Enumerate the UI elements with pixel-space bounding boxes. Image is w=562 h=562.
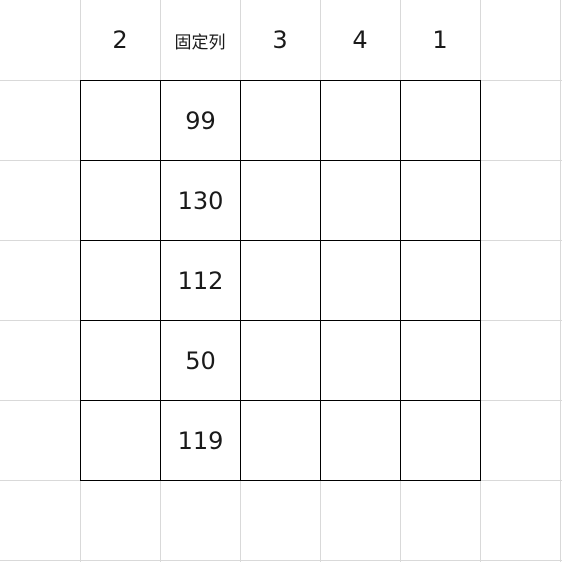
table-cell[interactable] <box>400 80 481 161</box>
table-cell[interactable] <box>320 320 401 401</box>
table-row: 130 <box>80 160 481 241</box>
table-row: 119 <box>80 400 481 481</box>
table-cell[interactable] <box>320 240 401 321</box>
table-cell[interactable] <box>240 160 321 241</box>
header-cell-3[interactable]: 3 <box>240 0 320 80</box>
table-cell[interactable] <box>400 160 481 241</box>
table-cell[interactable] <box>80 240 161 321</box>
gridline <box>560 0 561 562</box>
table-cell[interactable] <box>400 240 481 321</box>
table-row: 99 <box>80 80 481 161</box>
table-cell[interactable] <box>80 80 161 161</box>
table-cell[interactable] <box>240 80 321 161</box>
header-row: 2 固定列 3 4 1 <box>80 0 480 80</box>
header-cell-1[interactable]: 2 <box>80 0 160 80</box>
fixed-column-cell[interactable]: 99 <box>160 80 241 161</box>
table-row: 112 <box>80 240 481 321</box>
table-cell[interactable] <box>240 240 321 321</box>
table-cell[interactable] <box>320 400 401 481</box>
table-cell[interactable] <box>320 80 401 161</box>
table-cell[interactable] <box>240 320 321 401</box>
spreadsheet-sheet: 2 固定列 3 4 1 99 130 112 50 119 <box>0 0 562 562</box>
table-cell[interactable] <box>320 160 401 241</box>
fixed-column-cell[interactable]: 119 <box>160 400 241 481</box>
table-cell[interactable] <box>400 320 481 401</box>
fixed-column-cell[interactable]: 50 <box>160 320 241 401</box>
table-row: 50 <box>80 320 481 401</box>
data-table: 99 130 112 50 119 <box>80 80 481 481</box>
table-cell[interactable] <box>240 400 321 481</box>
table-cell[interactable] <box>400 400 481 481</box>
fixed-column-cell[interactable]: 130 <box>160 160 241 241</box>
header-cell-4[interactable]: 4 <box>320 0 400 80</box>
fixed-column-cell[interactable]: 112 <box>160 240 241 321</box>
table-cell[interactable] <box>80 160 161 241</box>
gridline <box>0 560 562 561</box>
header-cell-5[interactable]: 1 <box>400 0 480 80</box>
table-cell[interactable] <box>80 320 161 401</box>
table-cell[interactable] <box>80 400 161 481</box>
header-cell-fixed-column[interactable]: 固定列 <box>160 0 240 80</box>
